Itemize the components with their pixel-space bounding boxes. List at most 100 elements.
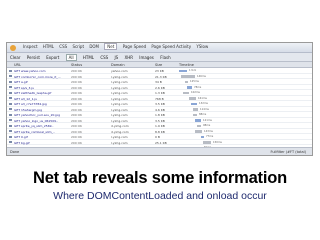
tab-inspect[interactable]: Inspect: [23, 44, 38, 49]
request-status: 200 OK: [71, 140, 83, 145]
request-time: 88ms: [199, 113, 207, 116]
tab-net[interactable]: Net: [104, 43, 118, 50]
expand-icon[interactable]: [9, 102, 12, 105]
window-controls: [299, 45, 309, 60]
request-domain: l.yimg.com: [111, 118, 128, 123]
expand-icon[interactable]: [9, 130, 12, 132]
request-status: 200 OK: [71, 96, 83, 101]
filter-html[interactable]: HTML: [83, 55, 94, 60]
expand-icon[interactable]: [9, 135, 12, 138]
timeline-bar: [197, 124, 201, 127]
request-time: 125ms: [190, 80, 199, 83]
request-url: GET sprite_yq_slim_2569..: [14, 124, 54, 128]
request-domain: l.yimg.com: [111, 140, 128, 145]
timeline-bar: [193, 113, 197, 116]
clear-button[interactable]: Clear: [10, 55, 20, 60]
request-domain: yahoo.com: [111, 69, 128, 73]
request-time: 114ms: [200, 107, 209, 111]
request-url: GET yahoofsrc_yurl.sou_20.jpg: [14, 113, 61, 117]
request-status: 200 OK: [71, 118, 83, 123]
expand-icon[interactable]: [9, 75, 12, 77]
firebug-icon[interactable]: [10, 45, 16, 51]
request-url: GET sp/s_3.js: [14, 85, 34, 90]
filter-flash[interactable]: Flash: [160, 55, 170, 60]
col-url[interactable]: URL: [14, 63, 21, 67]
timeline-bar: [187, 86, 192, 89]
request-size: 23 KB: [155, 69, 164, 73]
expand-icon[interactable]: [9, 113, 12, 116]
expand-icon[interactable]: [9, 119, 12, 121]
footer-label: Done: [10, 150, 20, 154]
net-filter-bar: Clear Persist Export All HTML CSS JS XHR…: [7, 53, 312, 62]
expand-icon[interactable]: [9, 80, 12, 83]
filter-js[interactable]: JS: [114, 55, 118, 60]
request-size: 768 B: [155, 96, 164, 101]
request-url: GET a.gif: [14, 80, 28, 84]
col-status[interactable]: Status: [71, 63, 82, 67]
request-size: 3.5 KB: [155, 118, 165, 123]
tab-dom[interactable]: DOM: [89, 44, 99, 49]
request-size: 4.6 KB: [155, 107, 165, 112]
request-size: 1.3 KB: [155, 91, 165, 95]
filter-css[interactable]: CSS: [100, 55, 108, 60]
tab-page-speed[interactable]: Page Speed: [123, 44, 147, 49]
request-time: 1 tick: [189, 69, 197, 72]
col-timeline[interactable]: Timeline: [179, 63, 194, 67]
request-url: GET sprite_comboal_slim_..: [14, 129, 55, 134]
request-time: 132ms: [199, 102, 208, 105]
request-domain: l.yimg.com: [111, 74, 128, 79]
request-url: GET 0.gif: [14, 135, 28, 139]
net-request-list: GET www.yahoo.com 200 OK yahoo.com 23 KB 1 t…: [7, 68, 312, 155]
request-status: 200 OK: [71, 113, 83, 117]
panel-tabs: Inspect HTML CSS Script DOM Net Page Spe…: [23, 43, 212, 50]
footer-summary: Fullfilter (#FT (total): [270, 150, 306, 154]
request-status: 200 OK: [71, 102, 83, 106]
timeline-bar: [189, 97, 196, 100]
expand-icon[interactable]: [9, 108, 12, 110]
request-time: 77ms: [206, 135, 214, 138]
expand-icon[interactable]: [9, 86, 12, 88]
expand-icon[interactable]: [9, 91, 12, 94]
col-size[interactable]: Size: [155, 63, 162, 67]
export-button[interactable]: Export: [46, 55, 59, 60]
slide-subtitle: Where DOMContentLoaded and onload occur: [53, 190, 267, 202]
request-url: GET bg.gif: [14, 140, 30, 145]
request-domain: d.yimg.com: [111, 129, 129, 134]
request-url: GET 15a3ergm.jpg: [14, 107, 43, 112]
request-url: GET zeitthedb_lsapha.gif: [14, 91, 52, 95]
tab-yslow[interactable]: YSlow: [196, 44, 208, 49]
request-size: 34 B: [155, 80, 162, 84]
expand-icon[interactable]: [9, 69, 12, 72]
request-url: GET combo?xc_com.more_it_...: [14, 74, 61, 79]
request-status: 200 OK: [71, 69, 83, 73]
request-time: 121ms: [203, 118, 212, 122]
request-url: GET yahoo_logo_us_061509..: [14, 118, 58, 123]
timeline-bar: [191, 102, 197, 105]
timeline-bar: [203, 141, 211, 144]
request-size: 0 B: [155, 135, 160, 139]
request-domain: l.yimg.com: [111, 135, 128, 139]
timeline-bar: [185, 80, 188, 83]
tab-page-speed-activity[interactable]: Page Speed Activity: [151, 44, 191, 49]
tab-script[interactable]: Script: [72, 44, 84, 49]
filter-xhr[interactable]: XHR: [124, 55, 133, 60]
request-status: 200 OK: [71, 107, 83, 112]
persist-button[interactable]: Persist: [27, 55, 40, 60]
request-domain: l.yimg.com: [111, 85, 128, 90]
expand-icon[interactable]: [9, 141, 12, 143]
timeline-bar: [195, 130, 202, 133]
request-url: GET www.yahoo.com: [14, 69, 46, 73]
expand-icon[interactable]: [9, 97, 12, 99]
request-status: 200 OK: [71, 135, 83, 139]
tab-css[interactable]: CSS: [59, 44, 67, 49]
expand-icon[interactable]: [9, 124, 12, 127]
filter-all[interactable]: All: [65, 54, 77, 61]
col-domain[interactable]: Domain: [111, 63, 125, 67]
timeline-bar: [179, 69, 187, 72]
request-domain: l.yimg.com: [111, 80, 128, 84]
request-status: 200 OK: [71, 91, 83, 95]
filter-images[interactable]: Images: [139, 55, 154, 60]
timeline-bar: [195, 119, 201, 122]
request-domain: l.yimg.com: [111, 107, 128, 112]
tab-html[interactable]: HTML: [43, 44, 54, 49]
